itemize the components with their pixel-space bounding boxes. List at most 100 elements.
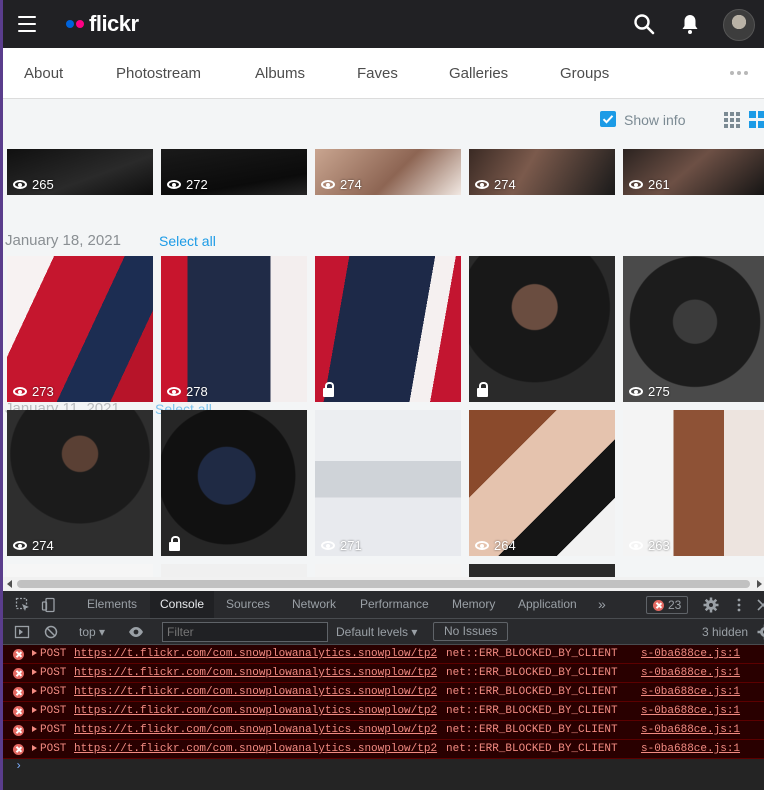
scrollbar-thumb[interactable]	[17, 580, 750, 588]
nav-faves[interactable]: Faves	[357, 65, 398, 82]
source-link[interactable]: s-0ba688ce.js:1	[641, 740, 740, 758]
console-error-row[interactable]: POST https://t.flickr.com/com.snowplowan…	[3, 702, 764, 721]
request-url-link[interactable]: https://t.flickr.com/com.snowplowanalyti…	[74, 645, 437, 663]
close-devtools-icon[interactable]	[755, 597, 764, 613]
source-link[interactable]: s-0ba688ce.js:1	[641, 702, 740, 720]
photo-tile[interactable]: 263	[623, 410, 764, 556]
request-method: POST	[40, 724, 67, 736]
nav-groups[interactable]: Groups	[560, 65, 609, 82]
photo-tile[interactable]: 274	[7, 410, 153, 556]
live-expression-eye-icon[interactable]	[128, 624, 144, 640]
nav-about[interactable]: About	[24, 65, 63, 82]
expand-triangle-icon[interactable]	[32, 745, 37, 751]
tab-console[interactable]: Console	[150, 591, 215, 618]
select-all-link[interactable]: Select all	[159, 233, 216, 249]
photo-tile[interactable]	[315, 256, 461, 402]
expand-triangle-icon[interactable]	[32, 707, 37, 713]
photo-tile[interactable]	[469, 256, 615, 402]
nav-photostream[interactable]: Photostream	[116, 65, 201, 82]
view-count: 271	[321, 538, 362, 553]
photo-tile[interactable]: 265	[7, 149, 153, 195]
photo-tile[interactable]: 261	[623, 149, 764, 195]
expand-triangle-icon[interactable]	[32, 669, 37, 675]
source-link[interactable]: s-0ba688ce.js:1	[641, 664, 740, 682]
menu-icon[interactable]	[18, 16, 36, 32]
expand-triangle-icon[interactable]	[32, 650, 37, 656]
tab-performance[interactable]: Performance	[350, 591, 439, 618]
tab-sources[interactable]: Sources	[216, 591, 280, 618]
expand-triangle-icon[interactable]	[32, 688, 37, 694]
more-tabs-chevron-icon[interactable]: »	[588, 591, 616, 618]
context-selector[interactable]: top ▾	[79, 625, 105, 639]
request-url-link[interactable]: https://t.flickr.com/com.snowplowanalyti…	[74, 683, 437, 701]
checkmark-icon	[602, 115, 614, 124]
tab-elements[interactable]: Elements	[77, 591, 147, 618]
photo-tile[interactable]	[161, 564, 307, 577]
error-message: net::ERR_BLOCKED_BY_CLIENT	[446, 724, 618, 736]
photo-tile[interactable]: 272	[161, 149, 307, 195]
source-link[interactable]: s-0ba688ce.js:1	[641, 683, 740, 701]
tab-network[interactable]: Network	[282, 591, 346, 618]
console-error-row[interactable]: POST https://t.flickr.com/com.snowplowan…	[3, 721, 764, 740]
user-avatar[interactable]	[723, 9, 755, 41]
expand-triangle-icon[interactable]	[32, 726, 37, 732]
console-error-row[interactable]: POST https://t.flickr.com/com.snowplowan…	[3, 683, 764, 702]
request-url-link[interactable]: https://t.flickr.com/com.snowplowanalyti…	[74, 721, 437, 739]
photo-tile[interactable]: 274	[315, 149, 461, 195]
search-icon[interactable]	[632, 12, 656, 36]
photo-tile[interactable]: 273	[7, 256, 153, 402]
console-error-row[interactable]: POST https://t.flickr.com/com.snowplowan…	[3, 645, 764, 664]
console-settings-gear-icon[interactable]	[757, 624, 764, 640]
source-link[interactable]: s-0ba688ce.js:1	[641, 645, 740, 663]
console-prompt-chevron-icon[interactable]: ›	[15, 759, 22, 773]
view-count: 272	[167, 177, 208, 192]
issues-button[interactable]: No Issues	[433, 622, 509, 641]
flickr-logo[interactable]: flickr	[66, 10, 139, 38]
device-toolbar-icon[interactable]	[41, 597, 57, 613]
horizontal-scrollbar[interactable]	[3, 577, 764, 591]
scroll-left-arrow-icon[interactable]	[7, 580, 12, 588]
nav-galleries[interactable]: Galleries	[449, 65, 508, 82]
log-levels-dropdown[interactable]: Default levels ▾	[336, 625, 417, 639]
settings-gear-icon[interactable]	[703, 597, 719, 613]
photo-tile[interactable]	[315, 564, 461, 577]
view-count: 274	[475, 177, 516, 192]
photo-tile[interactable]: 271	[315, 410, 461, 556]
request-url-link[interactable]: https://t.flickr.com/com.snowplowanalyti…	[74, 664, 437, 682]
logo-text: flickr	[89, 11, 139, 36]
photo-tile[interactable]	[7, 564, 153, 577]
photo-tile[interactable]: 264	[469, 410, 615, 556]
source-link[interactable]: s-0ba688ce.js:1	[641, 721, 740, 739]
sidebar-toggle-icon[interactable]	[14, 624, 30, 640]
console-error-row[interactable]: POST https://t.flickr.com/com.snowplowan…	[3, 740, 764, 759]
console-error-row[interactable]: POST https://t.flickr.com/com.snowplowan…	[3, 664, 764, 683]
tab-memory[interactable]: Memory	[442, 591, 505, 618]
kebab-menu-icon[interactable]	[731, 597, 747, 613]
small-grid-view-icon[interactable]	[724, 112, 740, 128]
photo-tile[interactable]	[469, 564, 615, 577]
photo-tile[interactable]	[161, 410, 307, 556]
notifications-bell-icon[interactable]	[678, 12, 702, 36]
view-count: 263	[629, 538, 670, 553]
photo-tile[interactable]: 275	[623, 256, 764, 402]
console-log-list: POST https://t.flickr.com/com.snowplowan…	[3, 645, 764, 759]
nav-albums[interactable]: Albums	[255, 65, 305, 82]
photo-tile[interactable]: 274	[469, 149, 615, 195]
show-info-label[interactable]: Show info	[624, 112, 685, 128]
scroll-right-arrow-icon[interactable]	[757, 580, 762, 588]
large-grid-view-icon[interactable]	[749, 111, 764, 129]
error-icon	[13, 687, 24, 698]
clear-console-icon[interactable]	[43, 624, 59, 640]
error-count-badge[interactable]: 23	[646, 596, 689, 614]
eye-icon	[167, 180, 181, 189]
request-url-link[interactable]: https://t.flickr.com/com.snowplowanalyti…	[74, 740, 437, 758]
tab-application[interactable]: Application	[508, 591, 587, 618]
request-url-link[interactable]: https://t.flickr.com/com.snowplowanalyti…	[74, 702, 437, 720]
show-info-checkbox[interactable]	[600, 111, 616, 127]
devtools-tab-bar: Elements Console Sources Network Perform…	[3, 591, 764, 619]
more-options-icon[interactable]	[730, 71, 748, 75]
request-method: POST	[40, 705, 67, 717]
console-filter-input[interactable]	[162, 622, 328, 642]
photo-tile[interactable]: 278	[161, 256, 307, 402]
inspect-element-icon[interactable]	[15, 597, 31, 613]
